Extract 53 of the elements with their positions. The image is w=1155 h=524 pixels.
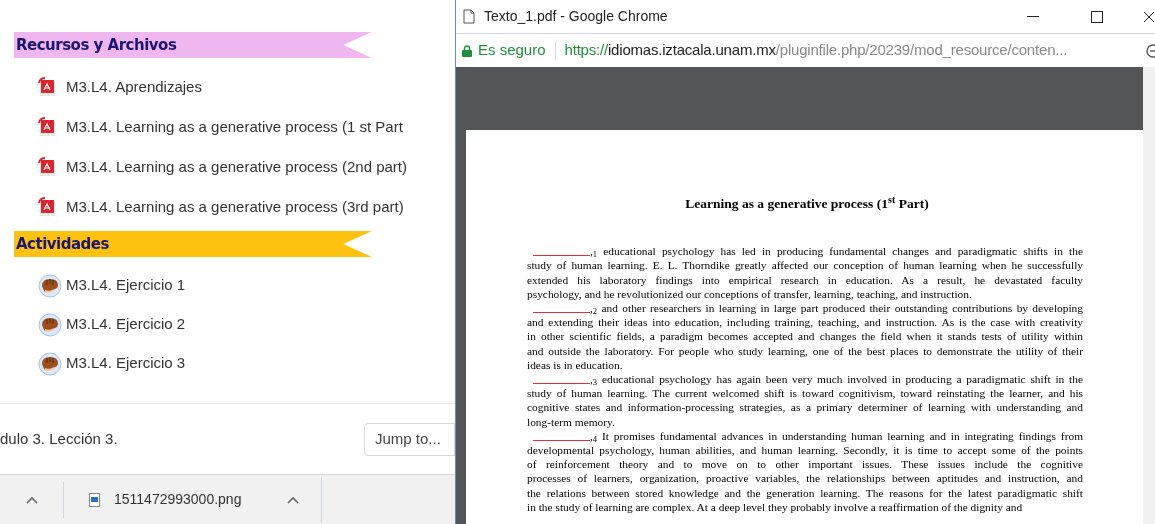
- text-line: study of human learning. The current welcomed shift is toward cognitivism, toward reinstating the learner, and his: [527, 386, 1083, 401]
- document-title: Learning as a generative process (1$^{st}$ Part): [684, 194, 930, 213]
- text-line: cognitive states and information-processing strategies, as a primary determiner of learning with understanding and: [527, 400, 1083, 415]
- text-line: in the study of learning are complex. At a deep level they probably involve a reaffirmation of the dignity and: [527, 499, 1024, 515]
- text-line: processes of learners, organization, proactive variables, the relationships between aptitudes and instruction, and: [527, 471, 1083, 486]
- minimize-icon[interactable]: [1027, 15, 1039, 18]
- zoom-icon[interactable]: [1145, 43, 1155, 58]
- download-item[interactable]: 1511472993000.png: [64, 476, 322, 523]
- window-title: Texto_1.pdf - Google Chrome: [484, 7, 668, 26]
- breadcrumb-text: dulo 3. Lección 3.: [0, 428, 118, 449]
- resource-link[interactable]: M3.L4. Learning as a generative process (3rd part): [66, 195, 404, 219]
- text-line: ,$_{3}$ educational psychology has again been very much involved in producing a paradigmatic shift in the: [590, 372, 1083, 387]
- hand-icon: [38, 273, 62, 298]
- pdf-file-icon: [38, 77, 56, 97]
- lock-icon: [462, 44, 472, 57]
- text-line: and extending their ideas into education, including training, teaching, and instruction. As is the case with creativity: [527, 315, 1083, 330]
- text-line: the relations between stored knowledge and the generation learning. The reasons for the latest paradigmatic shift: [527, 485, 1083, 500]
- text-line: ,$_{4}$ It promises fundamental advances in understanding human learning and in integrating findings from: [590, 428, 1083, 444]
- caret-up-icon[interactable]: [25, 495, 38, 504]
- close-icon[interactable]: [1143, 10, 1155, 23]
- security-label: Es seguro: [478, 40, 546, 61]
- section-title: Actividades: [16, 233, 109, 255]
- caret-up-icon[interactable]: [287, 495, 299, 504]
- resource-link[interactable]: M3.L4. Ejercicio 2: [66, 313, 186, 336]
- resource-link[interactable]: M3.L4. Learning as a generative process (1 st Part: [66, 115, 403, 139]
- pdf-file-icon: [38, 117, 56, 137]
- maximize-icon[interactable]: [1091, 10, 1103, 23]
- file-name: 1511472993000.png: [114, 490, 242, 509]
- text-line: and outside the laboratory. For people who study learning, one of the best places to demonstrate the utility of their: [527, 343, 1083, 358]
- resource-link[interactable]: M3.L4. Learning as a generative process (2nd part): [66, 155, 408, 179]
- pdf-file-icon: [38, 157, 56, 177]
- text-line: in other scientific fields, a paradigm becomes accepted and changes the field when it stands tests of utility within: [527, 329, 1083, 344]
- text-line: study of human learning. E. L. Thorndike greatly affected our conception of human learning when he successfully: [527, 258, 1083, 273]
- text-line: extended his laboratory findings into empirical research in education. As a result, he devastated faculty: [527, 272, 1083, 287]
- hand-icon: [38, 351, 62, 376]
- scrollbar[interactable]: [1143, 67, 1155, 524]
- text-line: ,$_{1}$ educational psychology has led in producing fundamental changes and paradigmatic shifts in the: [590, 244, 1083, 259]
- jump-to-dropdown[interactable]: Jump to...: [364, 422, 455, 456]
- text-line: ideas is in education.: [527, 357, 624, 373]
- text-line: ,$_{2}$ and other researchers in learning in large part produced their outstanding contributions by developing: [590, 301, 1083, 316]
- text-line: developmental psychology, human abilities, and human learning. Secondly, it is time to accept some of the points: [527, 443, 1083, 458]
- hand-icon: [38, 312, 62, 337]
- resource-link[interactable]: M3.L4. Ejercicio 1: [66, 274, 186, 297]
- text-line: long-term memory.: [527, 414, 616, 429]
- image-file-icon: [89, 492, 100, 507]
- page-icon: [463, 9, 475, 24]
- pdf-file-icon: [38, 197, 56, 217]
- resource-link[interactable]: M3.L4. Ejercicio 3: [66, 352, 186, 375]
- section-title: Recursos y Archivos: [16, 34, 177, 56]
- resource-link[interactable]: M3.L4. Aprendizajes: [66, 75, 202, 99]
- text-line: of reinforcement theory and to move on to other important issues. These issues include the cognitive: [527, 457, 1083, 472]
- text-line: psychology, and he revolutionized our conceptions of transfer, learning, teaching, and instruction.: [527, 286, 973, 302]
- address-field[interactable]: https://idiomas.iztacala.unam.mx/pluginfile.php/20239/mod_resource/conten...: [564, 39, 1068, 62]
